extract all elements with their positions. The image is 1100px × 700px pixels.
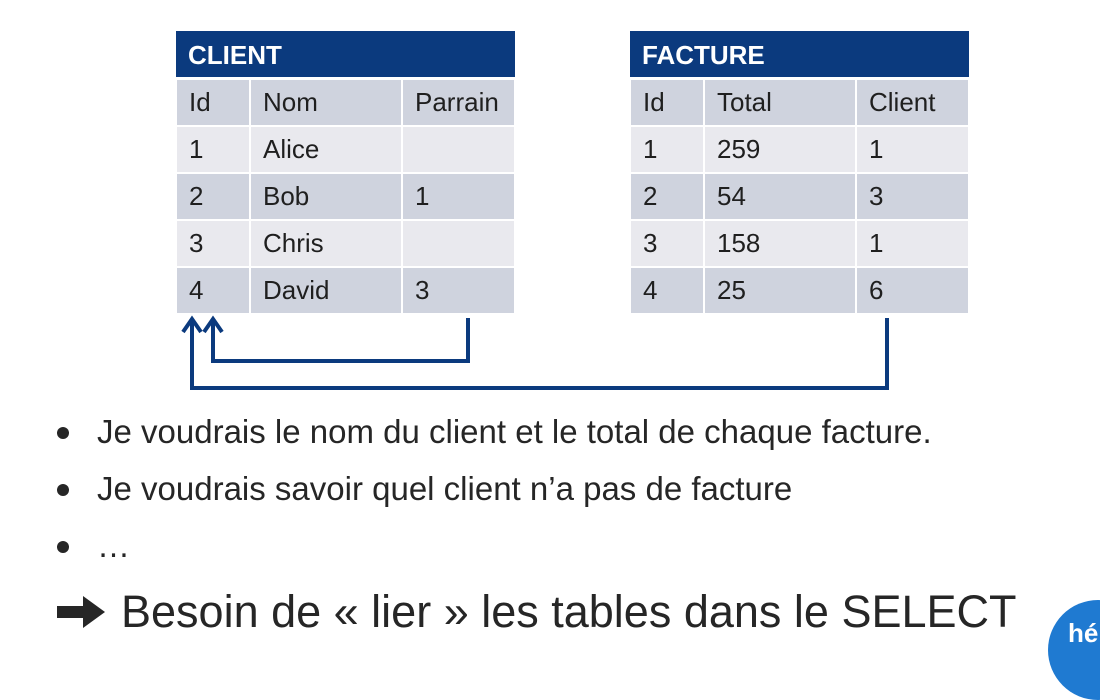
list-item: Je voudrais le nom du client et le total… xyxy=(55,405,932,462)
list-item: Je voudrais savoir quel client n’a pas d… xyxy=(55,462,932,519)
bullet-icon xyxy=(57,484,69,496)
conclusion-text: Besoin de « lier » les tables dans le SE… xyxy=(121,586,1017,637)
list-item-text: Je voudrais le nom du client et le total… xyxy=(97,413,932,450)
bullet-icon xyxy=(57,427,69,439)
bullet-icon xyxy=(57,541,69,553)
conclusion-line: Besoin de « lier » les tables dans le SE… xyxy=(55,582,1017,642)
list-item-text: … xyxy=(97,527,130,564)
parrain-to-client-id-arrow xyxy=(211,318,470,363)
question-list: Je voudrais le nom du client et le total… xyxy=(55,405,932,576)
list-item-text: Je voudrais savoir quel client n’a pas d… xyxy=(97,470,793,507)
list-item: … xyxy=(55,519,932,576)
logo-text: hé xyxy=(1068,618,1099,648)
facture-client-to-client-id-arrow xyxy=(190,318,889,390)
right-arrow-icon xyxy=(57,596,105,628)
